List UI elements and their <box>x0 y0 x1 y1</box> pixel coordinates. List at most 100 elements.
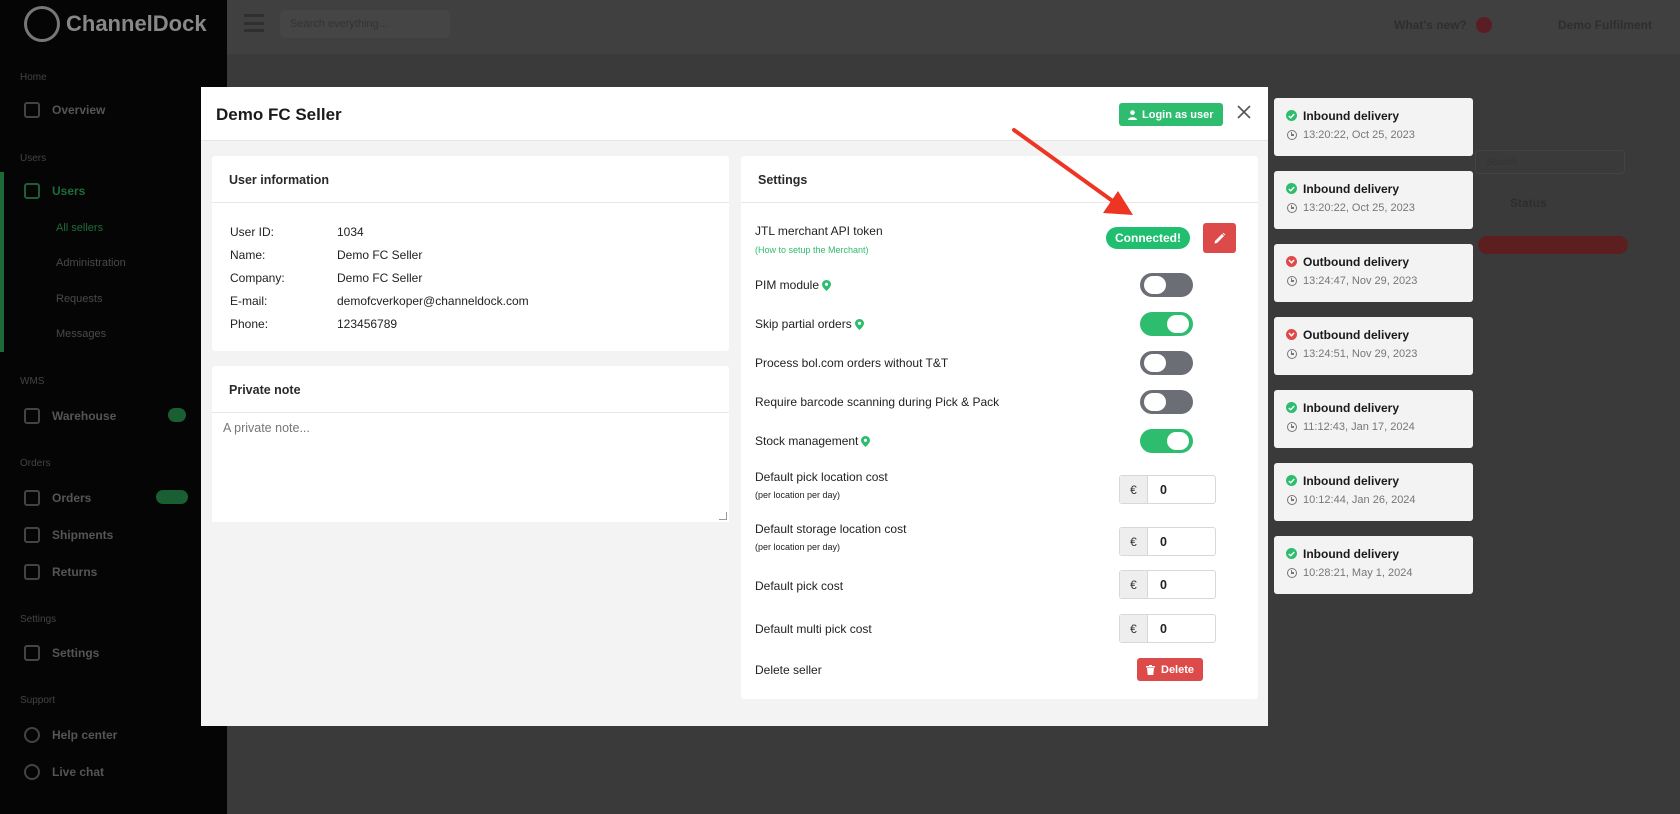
notification-toast[interactable]: Outbound delivery 13:24:47, Nov 29, 2023 <box>1274 244 1473 302</box>
cost-value[interactable]: 0 <box>1148 476 1215 503</box>
notification-title: Inbound delivery <box>1303 109 1400 123</box>
sidebar-section-orders: Orders <box>20 458 51 469</box>
notification-toast[interactable]: Outbound delivery 13:24:51, Nov 29, 2023 <box>1274 317 1473 375</box>
warehouse-icon <box>24 408 40 424</box>
sidebar-sub-messages[interactable]: Messages <box>56 328 106 340</box>
sidebar-item-settings[interactable]: Settings <box>24 645 99 661</box>
notification-time: 13:24:51, Nov 29, 2023 <box>1303 348 1418 360</box>
app-sidebar: ChannelDock Home Overview Users Users Al… <box>0 0 227 814</box>
global-search-input[interactable]: Search everything... <box>280 10 450 38</box>
api-token-label: JTL merchant API token <box>755 224 883 238</box>
language-flag-icon[interactable] <box>1476 17 1492 33</box>
notification-toast[interactable]: Inbound delivery 10:28:21, May 1, 2024 <box>1274 536 1473 594</box>
sidebar-item-shipments[interactable]: Shipments <box>24 527 113 543</box>
check-circle-icon <box>1286 110 1297 121</box>
sidebar-item-overview[interactable]: Overview <box>24 102 105 118</box>
info-row-company: Company: Demo FC Seller <box>230 271 423 285</box>
hamburger-menu-icon[interactable] <box>244 14 264 32</box>
sidebar-sub-requests[interactable]: Requests <box>56 293 102 305</box>
notification-toast[interactable]: Inbound delivery 10:12:44, Jan 26, 2024 <box>1274 463 1473 521</box>
returns-icon <box>24 564 40 580</box>
check-circle-icon <box>1286 402 1297 413</box>
euro-prefix: € <box>1120 571 1148 598</box>
process-bol-orders-toggle[interactable] <box>1140 351 1193 375</box>
clock-icon <box>1287 276 1297 286</box>
sidebar-item-users[interactable]: Users <box>24 183 85 199</box>
panel-search-input[interactable]: Search <box>1475 150 1625 174</box>
cost-value[interactable]: 0 <box>1148 615 1215 642</box>
delete-seller-button[interactable]: Delete <box>1137 658 1204 681</box>
panel-status-pill <box>1478 236 1628 254</box>
notification-title: Inbound delivery <box>1303 401 1400 415</box>
pick-location-cost-sub: (per location per day) <box>755 490 841 500</box>
orders-icon <box>24 490 40 506</box>
sidebar-section-users: Users <box>20 153 47 164</box>
toggle-knob <box>1144 393 1166 411</box>
notification-time: 13:24:47, Nov 29, 2023 <box>1303 275 1418 287</box>
info-row-name: Name: Demo FC Seller <box>230 248 423 262</box>
clock-icon <box>1287 495 1297 505</box>
notification-toast[interactable]: Inbound delivery 13:20:22, Oct 25, 2023 <box>1274 98 1473 156</box>
stock-management-label: Stock management <box>755 434 871 448</box>
account-name[interactable]: Demo Fulfilment <box>1558 18 1652 32</box>
sidebar-section-support: Support <box>20 695 56 706</box>
notification-toast[interactable]: Inbound delivery 11:12:43, Jan 17, 2024 <box>1274 390 1473 448</box>
cost-value[interactable]: 0 <box>1148 528 1215 555</box>
logo-text: ChannelDock <box>66 11 207 36</box>
merchant-setup-help-link[interactable]: (How to setup the Merchant) <box>755 245 869 255</box>
sidebar-sub-all-sellers[interactable]: All sellers <box>56 222 103 234</box>
sidebar-sub-administration[interactable]: Administration <box>56 257 126 269</box>
sidebar-section-wms: WMS <box>20 376 45 387</box>
notification-toast[interactable]: Inbound delivery 13:20:22, Oct 25, 2023 <box>1274 171 1473 229</box>
multi-pick-cost-input[interactable]: € 0 <box>1119 614 1216 643</box>
pick-cost-input[interactable]: € 0 <box>1119 570 1216 599</box>
notification-time: 10:12:44, Jan 26, 2024 <box>1303 494 1416 506</box>
storage-location-cost-label: Default storage location cost <box>755 522 907 536</box>
resize-grip-icon[interactable] <box>719 512 727 520</box>
clock-icon <box>1287 349 1297 359</box>
modal-title: Demo FC Seller <box>216 105 342 124</box>
toggle-knob <box>1167 315 1189 333</box>
info-row-phone: Phone: 123456789 <box>230 317 398 331</box>
notification-time: 13:20:22, Oct 25, 2023 <box>1303 129 1415 141</box>
pim-module-label: PIM module <box>755 278 832 292</box>
seller-modal: Demo FC Seller Login as user User inform… <box>201 87 1268 726</box>
private-note-textarea[interactable] <box>212 413 729 522</box>
shipments-icon <box>24 527 40 543</box>
pim-module-toggle[interactable] <box>1140 273 1193 297</box>
pick-location-cost-input[interactable]: € 0 <box>1119 475 1216 504</box>
sidebar-item-live-chat[interactable]: Live chat <box>24 764 104 780</box>
user-icon <box>1128 109 1137 120</box>
skip-partial-orders-label: Skip partial orders <box>755 317 864 331</box>
sidebar-item-returns[interactable]: Returns <box>24 564 97 580</box>
clock-icon <box>1287 203 1297 213</box>
skip-partial-orders-toggle[interactable] <box>1140 312 1193 336</box>
clock-icon <box>1287 130 1297 140</box>
channeldock-logo[interactable]: ChannelDock <box>24 6 207 42</box>
notification-title: Inbound delivery <box>1303 182 1400 196</box>
notification-time: 13:20:22, Oct 25, 2023 <box>1303 202 1415 214</box>
notification-title: Outbound delivery <box>1303 255 1410 269</box>
notification-title: Inbound delivery <box>1303 547 1400 561</box>
dashboard-icon <box>24 102 40 118</box>
stock-management-toggle[interactable] <box>1140 429 1193 453</box>
settings-header: Settings <box>741 156 1258 203</box>
process-bol-orders-label: Process bol.com orders without T&T <box>755 356 949 370</box>
storage-location-cost-input[interactable]: € 0 <box>1119 527 1216 556</box>
sidebar-item-help-center[interactable]: Help center <box>24 727 117 743</box>
whats-new-link[interactable]: What's new? <box>1394 18 1467 32</box>
clock-icon <box>1287 422 1297 432</box>
check-circle-icon <box>1286 548 1297 559</box>
sidebar-section-home: Home <box>20 72 47 83</box>
connected-status-badge[interactable]: Connected! <box>1106 227 1190 249</box>
edit-token-button[interactable] <box>1203 223 1236 253</box>
check-circle-icon <box>1286 475 1297 486</box>
close-icon[interactable] <box>1231 99 1257 125</box>
sidebar-item-orders[interactable]: Orders <box>24 490 91 506</box>
sidebar-item-warehouse[interactable]: Warehouse <box>24 408 116 424</box>
login-as-user-button[interactable]: Login as user <box>1119 103 1223 126</box>
require-barcode-scanning-toggle[interactable] <box>1140 390 1193 414</box>
info-row-user-id: User ID: 1034 <box>230 225 364 239</box>
cost-value[interactable]: 0 <box>1148 571 1215 598</box>
location-pin-icon <box>861 435 871 447</box>
